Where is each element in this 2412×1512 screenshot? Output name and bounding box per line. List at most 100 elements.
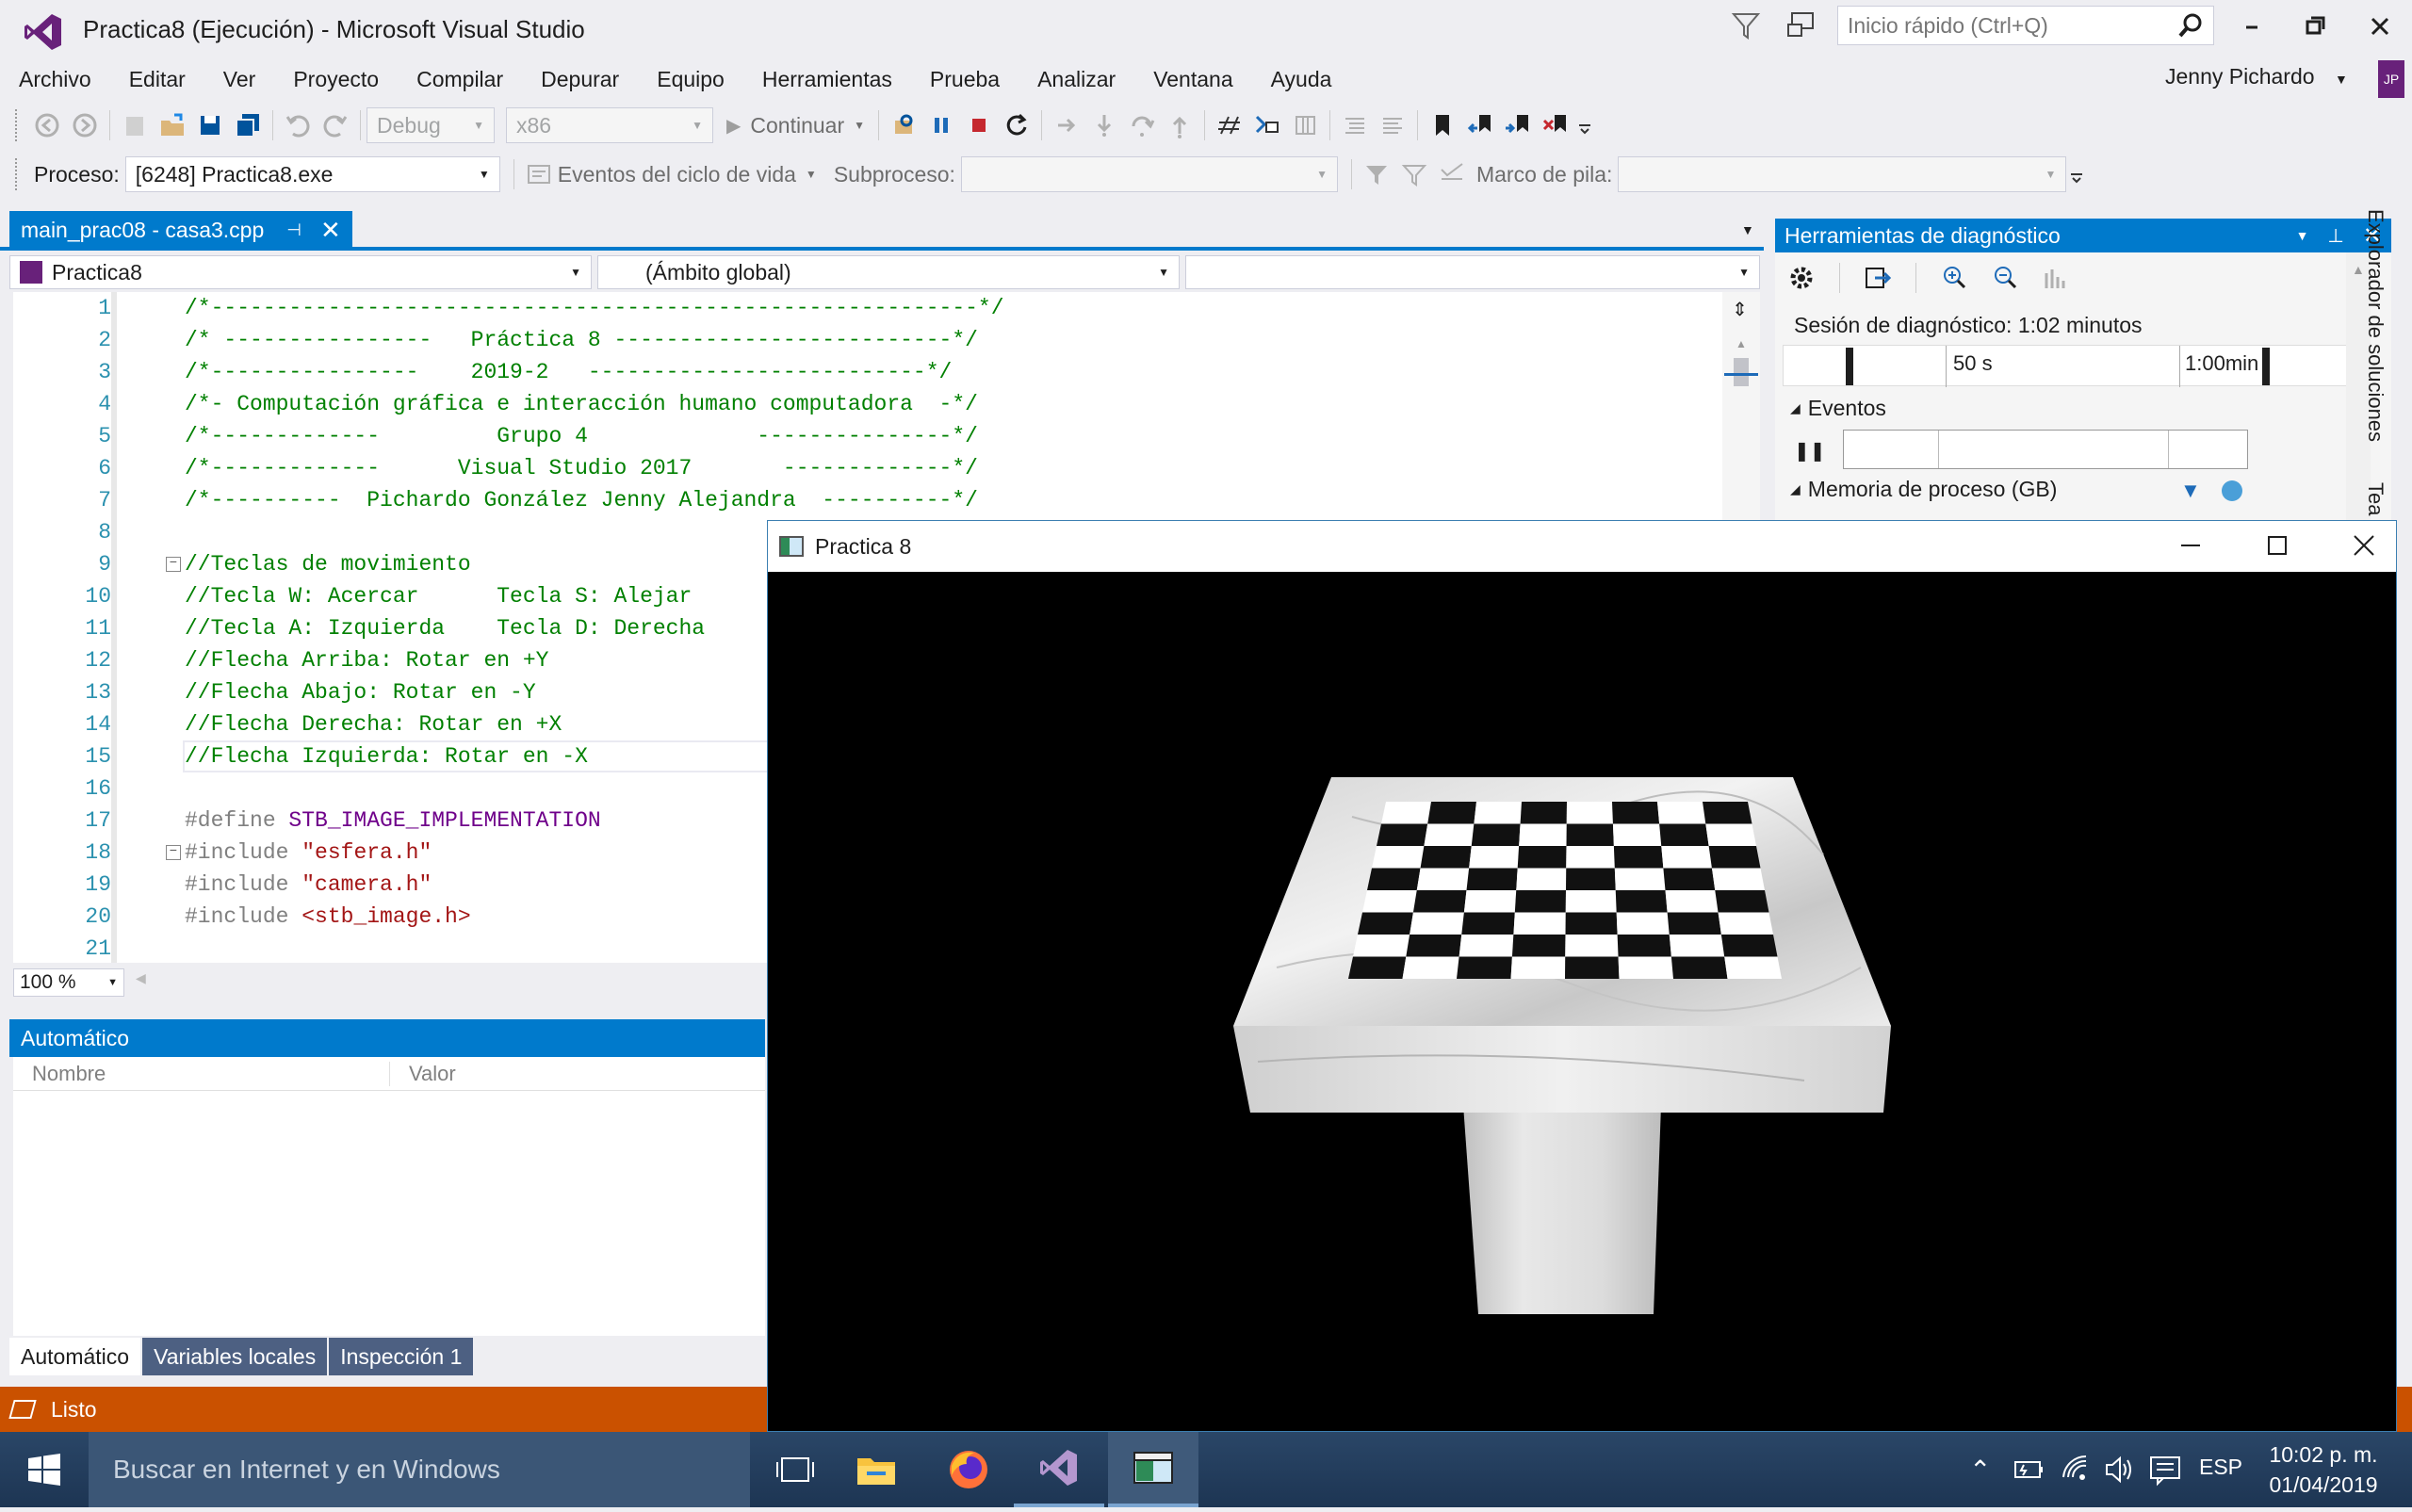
autos-panel-body[interactable] <box>13 1057 765 1336</box>
menu-compilar[interactable]: Compilar <box>398 60 522 98</box>
step-into-icon[interactable] <box>1085 106 1123 144</box>
thread-filter-icon[interactable] <box>1358 155 1395 193</box>
close-tab-icon[interactable]: ✕ <box>320 216 341 245</box>
save-icon[interactable] <box>191 106 229 144</box>
code-line[interactable]: 3 /*---------------- 2019-2 -------------… <box>13 356 1719 388</box>
practica8-window[interactable]: Practica 8 <box>767 520 2397 1432</box>
hex-display-icon[interactable] <box>1211 106 1248 144</box>
language-indicator[interactable]: ESP <box>2199 1455 2242 1480</box>
menu-ayuda[interactable]: Ayuda <box>1252 60 1351 98</box>
code-line[interactable]: 7 /*---------- Pichardo González Jenny Al… <box>13 484 1719 516</box>
lifecycle-events-dropdown[interactable]: Eventos del ciclo de vida ▼ <box>558 162 817 187</box>
save-all-icon[interactable] <box>229 106 267 144</box>
gear-icon[interactable] <box>1783 259 1820 297</box>
split-icon[interactable]: ⇕ <box>1732 298 1748 321</box>
volume-icon[interactable] <box>2103 1453 2137 1491</box>
windows-start-button[interactable] <box>0 1432 89 1507</box>
stack-frame-icon[interactable] <box>1286 106 1324 144</box>
column-name[interactable]: Nombre <box>13 1061 390 1086</box>
thread-combo[interactable]: ▼ <box>960 156 1338 192</box>
toolbar-options-icon[interactable] <box>2066 155 2087 193</box>
stack-frame-combo[interactable]: ▼ <box>1618 156 2067 192</box>
scroll-up-icon[interactable]: ▲ <box>1736 337 1747 350</box>
notifications-filter-icon[interactable] <box>1730 9 1762 41</box>
open-file-icon[interactable] <box>154 106 191 144</box>
scope-combo[interactable]: (Ámbito global) ▼ <box>597 255 1180 289</box>
toolbar-grip[interactable] <box>15 109 21 141</box>
flag-threads-icon[interactable] <box>1433 155 1471 193</box>
user-avatar[interactable]: JP <box>2378 60 2404 98</box>
export-icon[interactable] <box>1859 259 1897 297</box>
step-out-icon[interactable] <box>1161 106 1198 144</box>
back-icon[interactable] <box>28 106 66 144</box>
bookmark-icon[interactable] <box>1424 106 1461 144</box>
column-value[interactable]: Valor <box>390 1062 456 1086</box>
user-name[interactable]: Jenny Pichardo <box>2165 64 2315 89</box>
timeline-start-handle[interactable] <box>1846 348 1853 385</box>
step-over-icon[interactable] <box>1123 106 1161 144</box>
restore-button[interactable] <box>2286 9 2342 43</box>
threads-icon[interactable] <box>1248 106 1286 144</box>
stop-debugging-icon[interactable] <box>960 106 998 144</box>
zoom-combo[interactable]: 100 % ▼ <box>13 968 124 997</box>
tab-variables-locales[interactable]: Variables locales <box>142 1338 328 1375</box>
zoom-out-icon[interactable] <box>1986 259 2024 297</box>
memory-section[interactable]: ◢ Memoria de proceso (GB) <box>1790 477 2057 502</box>
taskbar-search-box[interactable]: Buscar en Internet y en Windows <box>89 1432 750 1507</box>
menu-ver[interactable]: Ver <box>204 60 275 98</box>
file-explorer-icon[interactable] <box>831 1432 921 1507</box>
show-next-statement-icon[interactable] <box>1048 106 1085 144</box>
show-hidden-icons-icon[interactable]: ⌃ <box>1969 1455 1991 1486</box>
scroll-thumb[interactable] <box>1734 358 1749 386</box>
task-view-icon[interactable] <box>750 1432 840 1507</box>
pin-icon[interactable]: ⊥ <box>2327 224 2343 248</box>
code-line[interactable]: 5 /*------------- Grupo 4 ---------------… <box>13 420 1719 452</box>
feedback-icon[interactable] <box>1786 9 1820 41</box>
clear-bookmarks-icon[interactable] <box>1537 106 1574 144</box>
gl-close-button[interactable] <box>2345 528 2383 568</box>
comment-icon[interactable] <box>1336 106 1374 144</box>
menu-equipo[interactable]: Equipo <box>638 60 743 98</box>
tab-automatico[interactable]: Automático <box>9 1338 141 1375</box>
restart-icon[interactable] <box>998 106 1035 144</box>
menu-herramientas[interactable]: Herramientas <box>743 60 911 98</box>
next-bookmark-icon[interactable] <box>1499 106 1537 144</box>
forward-icon[interactable] <box>66 106 104 144</box>
menu-archivo[interactable]: Archivo <box>0 60 110 98</box>
undo-icon[interactable] <box>279 106 317 144</box>
gl-maximize-button[interactable] <box>2258 528 2296 568</box>
code-line[interactable]: 6 /*------------- Visual Studio 2017 ----… <box>13 452 1719 484</box>
platform-combo[interactable]: x86 ▼ <box>506 107 713 143</box>
practica8-title-bar[interactable]: Practica 8 <box>768 521 2396 572</box>
code-line[interactable]: 4 /*- Computación gráfica e interacción h… <box>13 388 1719 420</box>
battery-icon[interactable] <box>2013 1453 2046 1491</box>
panel-menu-icon[interactable]: ▼ <box>2296 228 2309 243</box>
tab-overflow-icon[interactable]: ▼ <box>1741 222 1754 237</box>
solution-explorer-tab[interactable]: Explorador de soluciones <box>2363 209 2388 442</box>
timeline-end-handle[interactable] <box>2262 348 2270 385</box>
user-menu-caret-icon[interactable]: ▼ <box>2335 72 2348 87</box>
firefox-icon[interactable] <box>923 1432 1014 1507</box>
toggle-thread-filter-icon[interactable] <box>1395 155 1433 193</box>
tab-inspeccion-1[interactable]: Inspección 1 <box>329 1338 474 1375</box>
process-combo[interactable]: [6248] Practica8.exe ▼ <box>124 156 500 192</box>
break-all-icon[interactable] <box>922 106 960 144</box>
practica8-taskbar-icon[interactable] <box>1108 1432 1198 1507</box>
menu-analizar[interactable]: Analizar <box>1019 60 1134 98</box>
menu-proyecto[interactable]: Proyecto <box>274 60 398 98</box>
quick-launch-box[interactable] <box>1837 6 2214 45</box>
search-icon[interactable] <box>2177 12 2204 39</box>
minimize-button[interactable] <box>2224 9 2280 43</box>
quick-launch-input[interactable] <box>1838 7 2159 44</box>
fold-toggle-icon[interactable]: − <box>166 557 181 572</box>
previous-bookmark-icon[interactable] <box>1461 106 1499 144</box>
member-combo[interactable]: ▼ <box>1185 255 1760 289</box>
pause-icon[interactable]: ❚❚ <box>1794 439 1826 463</box>
code-line[interactable]: 2 /* ---------------- Práctica 8 --------… <box>13 324 1719 356</box>
close-button[interactable] <box>2352 9 2408 43</box>
menu-ventana[interactable]: Ventana <box>1134 60 1251 98</box>
menu-prueba[interactable]: Prueba <box>911 60 1019 98</box>
scroll-left-icon[interactable]: ◀ <box>136 970 146 986</box>
pin-icon[interactable]: ⊣ <box>286 220 302 240</box>
fold-toggle-icon[interactable]: − <box>166 845 181 860</box>
